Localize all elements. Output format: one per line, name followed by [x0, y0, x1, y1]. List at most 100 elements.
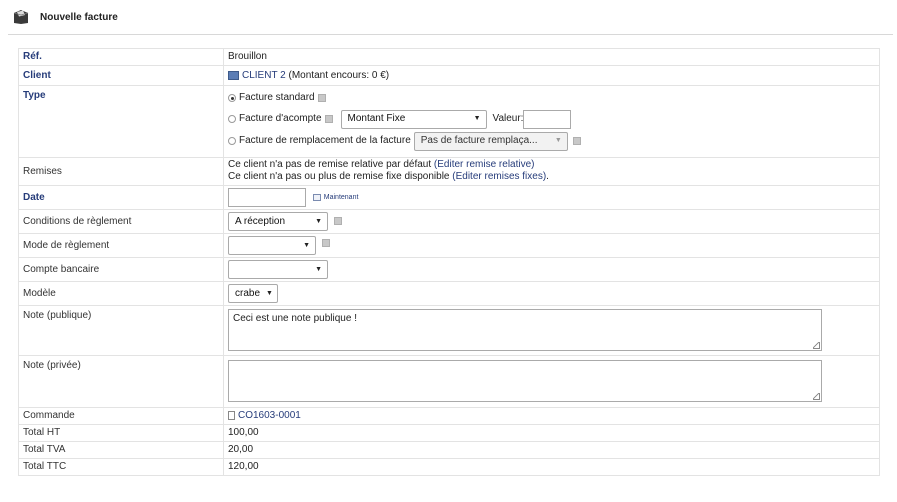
row-type: Type Facture standard Facture d'acompte … [18, 85, 880, 158]
row-total-ttc: Total TTC 120,00 [18, 458, 880, 476]
note-private-value [223, 355, 880, 408]
row-model: Modèle crabe ▼ [18, 281, 880, 306]
discounts-value: Ce client n'a pas de remise relative par… [223, 157, 880, 186]
client-outstanding: (Montant encours: 0 €) [288, 70, 390, 81]
deposit-value-label: Valeur: [492, 113, 524, 124]
type-standard-line: Facture standard [228, 88, 875, 108]
bank-account-select[interactable]: ▼ [228, 260, 328, 279]
note-private-label: Note (privée) [18, 355, 224, 408]
payment-terms-value: A réception ▼ [223, 209, 880, 234]
bank-account-value: ▼ [223, 257, 880, 282]
discount-fixed-period: . [546, 171, 549, 182]
deposit-value-input[interactable] [523, 109, 572, 129]
deposit-mode-select[interactable]: Montant Fixe ▼ [340, 109, 487, 129]
row-date: Date Maintenant [18, 185, 880, 210]
note-public-value: Ceci est une note publique ! [223, 305, 880, 356]
document-icon [228, 410, 235, 420]
row-note-private: Note (privée) [18, 355, 880, 408]
header-divider [8, 34, 893, 35]
total-ttc-label: Total TTC [18, 458, 224, 476]
help-icon [333, 216, 342, 225]
page-header: Nouvelle facture [12, 6, 118, 28]
help-icon [572, 137, 581, 145]
row-bank-account: Compte bancaire ▼ [18, 257, 880, 282]
ref-value: Brouillon [223, 48, 880, 66]
payment-terms-select[interactable]: A réception ▼ [228, 212, 328, 231]
payment-mode-value: ▼ [223, 233, 880, 258]
discount-fixed-line: Ce client n'a pas ou plus de remise fixe… [228, 171, 875, 183]
replacement-invoice-select[interactable]: Pas de facture remplaça... ▼ [413, 131, 568, 151]
model-selected: crabe [235, 287, 261, 299]
type-replacement-line: Facture de remplacement de la facture Pa… [228, 130, 875, 152]
edit-relative-discount-link[interactable]: (Editer remise relative) [434, 159, 535, 170]
row-total-tva: Total TVA 20,00 [18, 441, 880, 459]
chevron-down-icon: ▼ [315, 217, 322, 225]
help-icon [317, 94, 326, 102]
type-deposit-radio[interactable] [228, 115, 236, 123]
order-label: Commande [18, 407, 224, 425]
model-select[interactable]: crabe ▼ [228, 284, 278, 303]
company-icon [228, 70, 239, 80]
total-ttc-value: 120,00 [223, 458, 880, 476]
chevron-down-icon: ▼ [303, 241, 310, 249]
now-button[interactable]: Maintenant [312, 192, 359, 204]
payment-mode-label: Mode de règlement [18, 233, 224, 258]
discount-relative-text: Ce client n'a pas de remise relative par… [228, 159, 432, 170]
payment-terms-selected: A réception [235, 215, 286, 227]
type-standard-radio[interactable] [228, 94, 236, 102]
note-public-label: Note (publique) [18, 305, 224, 356]
total-tva-label: Total TVA [18, 441, 224, 459]
bank-account-label: Compte bancaire [18, 257, 224, 282]
model-value: crabe ▼ [223, 281, 880, 306]
model-label: Modèle [18, 281, 224, 306]
date-label: Date [18, 185, 224, 210]
type-deposit-line: Facture d'acompte Montant Fixe ▼ Valeur: [228, 108, 875, 130]
row-order: Commande CO1603-0001 [18, 407, 880, 425]
order-link[interactable]: CO1603-0001 [238, 410, 301, 421]
help-icon [321, 238, 330, 247]
type-label: Type [18, 85, 224, 158]
note-private-textarea[interactable] [228, 360, 822, 402]
row-client: Client CLIENT 2 (Montant encours: 0 €) [18, 65, 880, 86]
type-value: Facture standard Facture d'acompte Monta… [223, 85, 880, 158]
deposit-mode-value: Montant Fixe [347, 113, 406, 124]
row-ref: Réf. Brouillon [18, 48, 880, 66]
total-ht-label: Total HT [18, 424, 224, 442]
type-replacement-radio[interactable] [228, 137, 236, 145]
order-value: CO1603-0001 [223, 407, 880, 425]
type-standard-label: Facture standard [239, 92, 315, 103]
calendar-icon [312, 194, 321, 201]
ref-label: Réf. [18, 48, 224, 66]
page-title: Nouvelle facture [40, 11, 118, 23]
row-total-ht: Total HT 100,00 [18, 424, 880, 442]
total-tva-value: 20,00 [223, 441, 880, 459]
client-link[interactable]: CLIENT 2 [242, 70, 286, 81]
date-input[interactable] [228, 188, 306, 207]
help-icon [324, 115, 333, 123]
payment-mode-select[interactable]: ▼ [228, 236, 316, 255]
replacement-invoice-value: Pas de facture remplaça... [420, 135, 538, 146]
edit-fixed-discounts-link[interactable]: (Editer remises fixes) [452, 171, 546, 182]
row-discounts: Remises Ce client n'a pas de remise rela… [18, 157, 880, 186]
date-value: Maintenant [223, 185, 880, 210]
discounts-label: Remises [18, 157, 224, 186]
payment-terms-label: Conditions de règlement [18, 209, 224, 234]
type-deposit-label: Facture d'acompte [239, 113, 322, 124]
total-ht-value: 100,00 [223, 424, 880, 442]
row-payment-mode: Mode de règlement ▼ [18, 233, 880, 258]
discount-relative-line: Ce client n'a pas de remise relative par… [228, 159, 875, 171]
chevron-down-icon: ▼ [266, 289, 273, 297]
chevron-down-icon: ▼ [315, 265, 322, 273]
row-payment-terms: Conditions de règlement A réception ▼ [18, 209, 880, 234]
invoice-form: Réf. Brouillon Client CLIENT 2 (Montant … [18, 48, 880, 476]
chevron-down-icon: ▼ [554, 137, 562, 144]
client-label: Client [18, 65, 224, 86]
chevron-down-icon: ▼ [473, 115, 481, 122]
now-label: Maintenant [323, 193, 359, 201]
bill-icon [12, 9, 30, 25]
row-note-public: Note (publique) Ceci est une note publiq… [18, 305, 880, 356]
type-replacement-label: Facture de remplacement de la facture [239, 135, 411, 146]
discount-fixed-text: Ce client n'a pas ou plus de remise fixe… [228, 171, 450, 182]
client-value: CLIENT 2 (Montant encours: 0 €) [223, 65, 880, 86]
note-public-textarea[interactable]: Ceci est une note publique ! [228, 309, 822, 351]
